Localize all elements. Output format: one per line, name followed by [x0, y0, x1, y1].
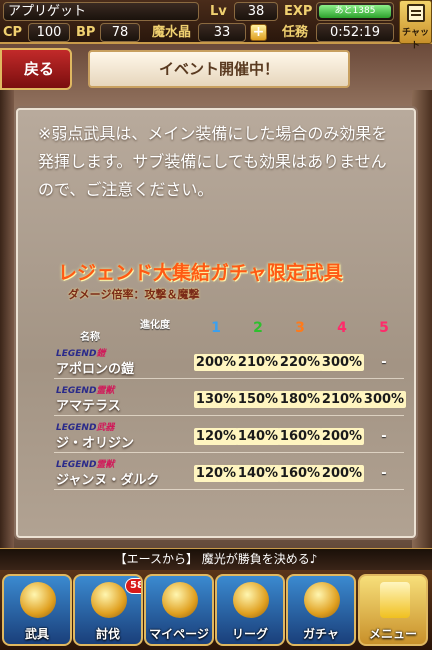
menu-label: 討伐 — [95, 627, 120, 641]
multiplier-cell: 150% — [236, 391, 280, 408]
exp-bar: あと1385 — [316, 2, 394, 21]
level-header-5: 5 — [379, 320, 389, 336]
damage-multiplier-note: ダメージ倍率：攻撃＆魔撃 — [68, 288, 200, 301]
level-value: 38 — [234, 2, 278, 21]
multiplier-cell: 210% — [320, 391, 364, 408]
cp-value: 100 — [28, 23, 70, 42]
add-mana-crystal-button[interactable]: + — [250, 24, 267, 41]
menu-button-subjugation[interactable]: 58 討伐 — [73, 574, 143, 646]
weak-point-notice: ※弱点武具は、メイン装備にした場合のみ効果を発揮します。サブ装備にしても効果はあ… — [38, 124, 388, 199]
chat-button[interactable]: チャット — [399, 0, 432, 51]
status-bar: アプリゲット Lv 38 EXP あと1385 CP 100 BP 78 魔水晶… — [0, 0, 432, 44]
news-ticker[interactable]: 【エースから】 魔光が勝負を決める♪ — [0, 548, 432, 570]
table-row: LEGEND鎧 アポロンの鎧 200% 210% 220% 300% - — [54, 344, 404, 381]
multiplier-cell: 130% — [194, 391, 238, 408]
menu-label: リーグ — [231, 627, 268, 641]
table-header: 進化度 名称 1 2 3 4 5 — [54, 314, 404, 344]
menu-label: メニュー — [368, 627, 417, 641]
menu-label: ガチャ — [303, 627, 339, 641]
page-title: イベント開催中！ — [88, 50, 350, 88]
weapon-name: ジャンヌ・ダルク — [56, 473, 160, 488]
chat-label: チャット — [402, 28, 429, 51]
menu-label: マイページ — [149, 627, 209, 641]
bp-value: 78 — [100, 23, 140, 42]
exp-remaining: あと1385 — [319, 5, 391, 18]
menu-button-gacha[interactable]: ガチャ — [286, 574, 356, 646]
weapon-multiplier-table: 進化度 名称 1 2 3 4 5 LEGEND鎧 アポロンの鎧 200% 210… — [54, 314, 406, 492]
multiplier-cell: 300% — [320, 354, 364, 371]
weapon-name: ジ・オリジン — [56, 436, 135, 451]
chat-icon — [406, 4, 425, 22]
treasure-chest-icon — [304, 582, 340, 618]
weapon-name: アポロンの鎧 — [56, 362, 135, 377]
multiplier-cell: - — [381, 466, 387, 481]
multiplier-cell: - — [381, 429, 387, 444]
menu-button-league[interactable]: リーグ — [215, 574, 285, 646]
gacha-title: レジェンド大集結ガチャ限定武具 — [58, 262, 343, 284]
event-info-panel: ※弱点武具は、メイン装備にした場合のみ効果を発揮します。サブ装備にしても効果はあ… — [16, 108, 416, 538]
name-header: 名称 — [80, 332, 100, 343]
multiplier-cell: 200% — [320, 465, 364, 482]
multiplier-cell: 200% — [194, 354, 238, 371]
weapon-name: アマテラス — [56, 399, 121, 414]
multiplier-cell: 160% — [278, 428, 322, 445]
multiplier-cell: 120% — [194, 428, 238, 445]
menu-alert-icon — [380, 582, 410, 618]
knight-icon — [162, 582, 198, 618]
mana-crystal-label: 魔水晶 — [152, 25, 192, 40]
multiplier-cell: - — [381, 355, 387, 370]
menu-button-weapons[interactable]: 武具 — [2, 574, 72, 646]
multiplier-cell: 160% — [278, 465, 322, 482]
bp-label: BP — [76, 25, 96, 40]
table-row: LEGEND霊獣 ジャンヌ・ダルク 120% 140% 160% 200% - — [54, 455, 404, 492]
exp-label: EXP — [284, 4, 313, 19]
mission-label: 任務 — [282, 25, 309, 40]
level-header-1: 1 — [211, 320, 221, 336]
monster-icon — [91, 582, 127, 618]
menu-button-menu[interactable]: メニュー — [358, 574, 428, 646]
menu-button-mypage[interactable]: マイページ — [144, 574, 214, 646]
crossed-swords-icon — [233, 582, 269, 618]
level-header-3: 3 — [295, 320, 305, 336]
table-row: LEGEND霊獣 アマテラス 130% 150% 180% 210% 300% — [54, 381, 406, 418]
multiplier-cell: 180% — [278, 391, 322, 408]
bottom-menu: 武具 58 討伐 マイページ リーグ ガチャ メニュー — [0, 570, 432, 650]
back-button[interactable]: 戻る — [0, 48, 72, 90]
multiplier-cell: 200% — [320, 428, 364, 445]
level-header-4: 4 — [337, 320, 347, 336]
multiplier-cell: 140% — [236, 428, 280, 445]
evolution-level-header: 進化度 — [140, 320, 170, 331]
multiplier-cell: 220% — [278, 354, 322, 371]
multiplier-cell: 300% — [362, 391, 406, 408]
table-row: LEGEND武器 ジ・オリジン 120% 140% 160% 200% - — [54, 418, 404, 455]
mission-timer: 0:52:19 — [316, 23, 394, 42]
player-name: アプリゲット — [3, 2, 199, 21]
level-header-2: 2 — [253, 320, 263, 336]
level-label: Lv — [210, 4, 227, 19]
multiplier-cell: 120% — [194, 465, 238, 482]
sword-icon — [20, 582, 56, 618]
cp-label: CP — [3, 25, 23, 40]
mana-crystal-value: 33 — [198, 23, 246, 42]
multiplier-cell: 140% — [236, 465, 280, 482]
menu-label: 武具 — [24, 627, 49, 641]
background-left-edge — [0, 90, 14, 550]
notification-badge: 58 — [125, 578, 141, 594]
multiplier-cell: 210% — [236, 354, 280, 371]
